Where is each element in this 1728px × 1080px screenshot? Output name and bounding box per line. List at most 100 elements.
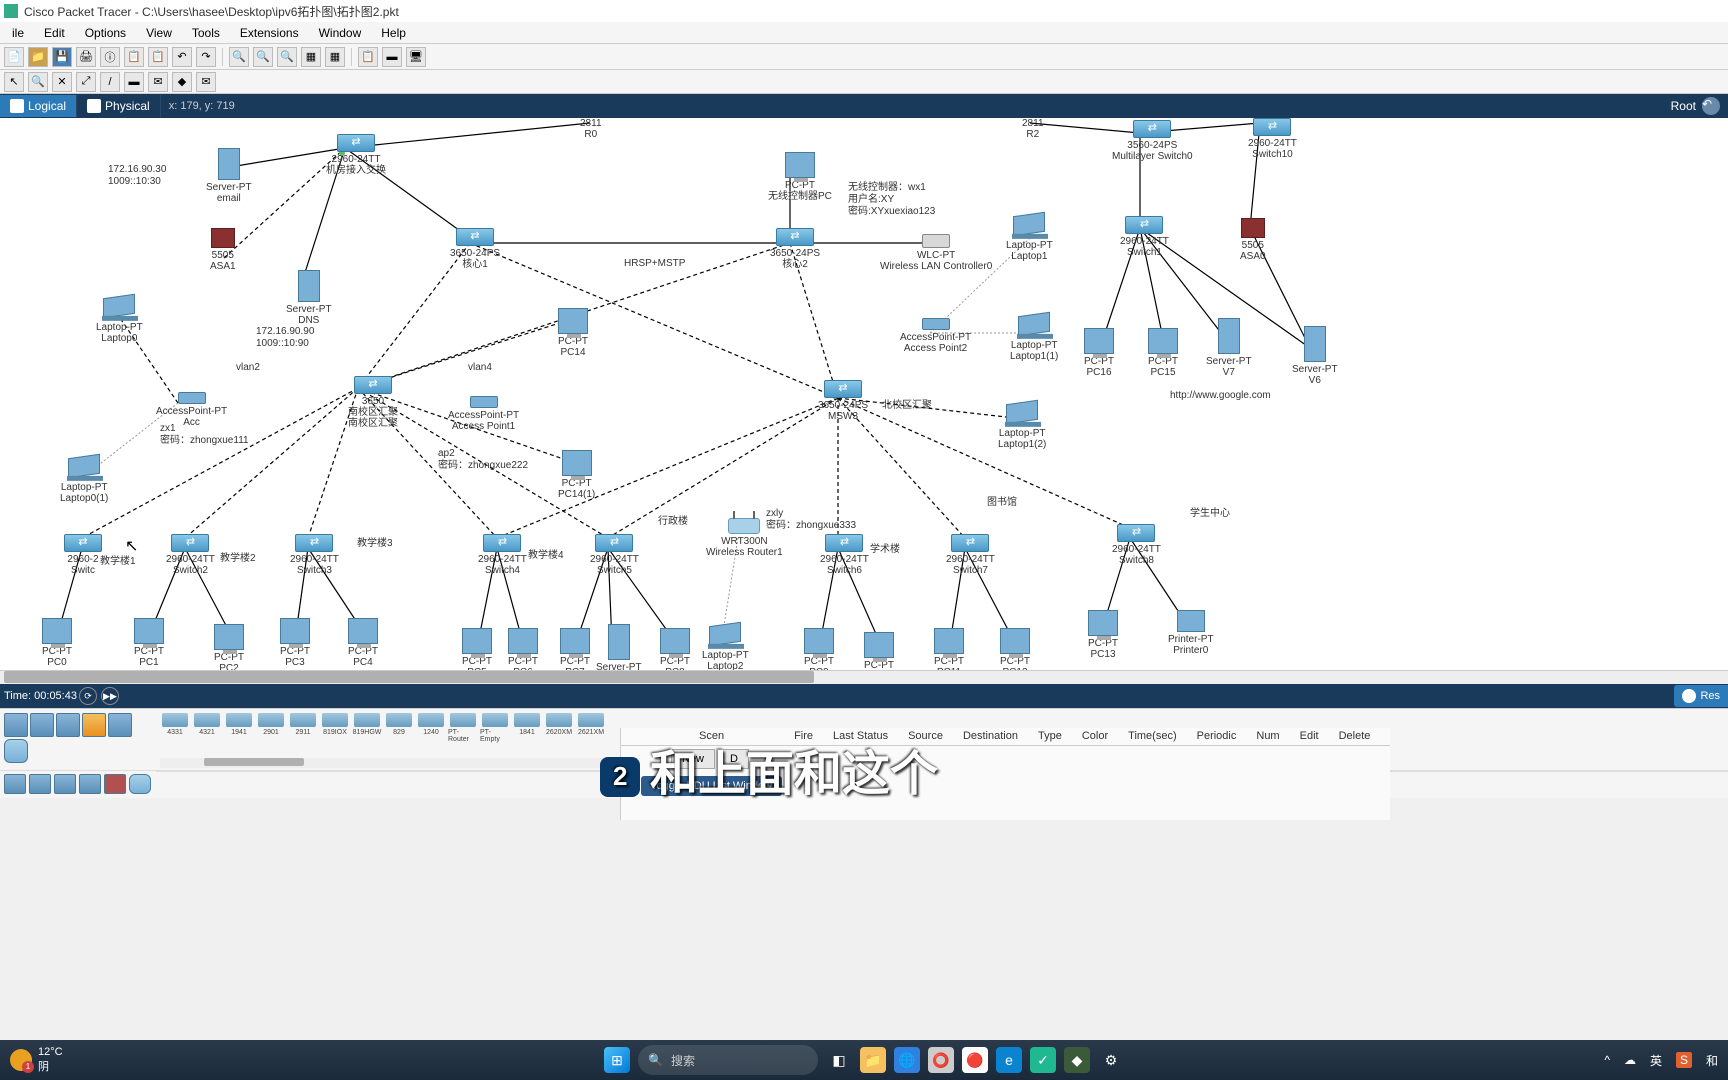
device-printer0[interactable]: Printer-PTPrinter0 — [1168, 610, 1214, 656]
device-sw-s3[interactable]: 2960-24TTSwitch3 — [290, 534, 339, 576]
edge-icon[interactable]: e — [996, 1047, 1022, 1073]
delete-scenario-button[interactable]: D — [719, 749, 749, 769]
device-sw-s5[interactable]: 2960-24TTSwitch5 — [590, 534, 639, 576]
device-asa0[interactable]: 5505ASA0 — [1240, 218, 1266, 262]
device-sw-s2[interactable]: 2960-24TTSwitch2 — [166, 534, 215, 576]
cat-connections-icon[interactable] — [82, 713, 106, 737]
undo-icon[interactable]: ↶ — [172, 47, 192, 67]
dev-2901[interactable]: 2901 — [256, 713, 286, 749]
device-pc15[interactable]: PC-PTPC15 — [1148, 328, 1178, 378]
list-icon[interactable]: 📋 — [358, 47, 378, 67]
dev-ptempty[interactable]: PT-Empty — [480, 713, 510, 749]
col-time[interactable]: Time(sec) — [1118, 728, 1186, 745]
menu-view[interactable]: View — [136, 24, 182, 42]
realtime-button[interactable]: Res — [1674, 685, 1728, 707]
menu-file[interactable]: ile — [2, 24, 34, 42]
menu-options[interactable]: Options — [75, 24, 136, 42]
device-v7[interactable]: Server-PTV7 — [1206, 318, 1252, 378]
browser2-icon[interactable]: ⭕ — [928, 1047, 954, 1073]
menu-edit[interactable]: Edit — [34, 24, 75, 42]
cat-end-devices-icon[interactable] — [30, 713, 54, 737]
power-cycle-icon[interactable]: ⟳ — [79, 687, 97, 705]
device-pc13[interactable]: PC-PTPC13 — [1088, 610, 1118, 660]
device-sw-s[interactable]: 2960-2Switc — [64, 534, 102, 576]
draw-palette-icon[interactable]: ▦ — [301, 47, 321, 67]
device-sw-nan[interactable]: 3650南校区汇聚南校区汇聚 — [338, 376, 408, 429]
canvas-scrollbar[interactable] — [0, 670, 1728, 684]
device-asa1[interactable]: 5505ASA1 — [210, 228, 236, 272]
app2-icon[interactable]: ⚙ — [1098, 1047, 1124, 1073]
pdu-complex-icon[interactable]: ◆ — [172, 72, 192, 92]
device-mls0[interactable]: 3560-24PSMultilayer Switch0 — [1112, 120, 1193, 162]
device-laptop1-2[interactable]: Laptop-PTLaptop1(2) — [998, 402, 1046, 450]
browser1-icon[interactable]: 🌐 — [894, 1047, 920, 1073]
device-core2[interactable]: 3650-24PS核心2 — [770, 228, 820, 270]
col-delete[interactable]: Delete — [1329, 728, 1381, 745]
dev-819iox[interactable]: 819IOX — [320, 713, 350, 749]
device-sw0[interactable]: 2960-24TT机房接入交换 — [326, 134, 386, 176]
screen-icon[interactable]: 🖥 — [406, 47, 426, 67]
device-pc14-1[interactable]: PC-PTPC14(1) — [558, 450, 595, 500]
device-laptop0-1[interactable]: Laptop-PTLaptop0(1) — [60, 456, 108, 504]
message-icon[interactable]: ✉ — [196, 72, 216, 92]
inspect-icon[interactable]: 🔍 — [28, 72, 48, 92]
device-laptop0[interactable]: Laptop-PTLaptop0 — [96, 296, 143, 344]
dev-1941[interactable]: 1941 — [224, 713, 254, 749]
device-sw10[interactable]: 2960-24TTSwitch10 — [1248, 118, 1297, 160]
cat-misc-icon[interactable] — [108, 713, 132, 737]
device-sw1b[interactable]: 2960-24TTSwitch1 — [1120, 216, 1169, 258]
col-destination[interactable]: Destination — [953, 728, 1028, 745]
device-wlc[interactable]: WLC-PTWireless LAN Controller0 — [880, 234, 992, 272]
start-button[interactable]: ⊞ — [604, 1047, 630, 1073]
device-pc16[interactable]: PC-PTPC16 — [1084, 328, 1114, 378]
dev-4331[interactable]: 4331 — [160, 713, 190, 749]
device-wrt[interactable]: WRT300NWireless Router1 — [706, 518, 783, 558]
col-fire[interactable]: Fire — [784, 728, 823, 745]
device-pc1[interactable]: PC-PTPC1 — [134, 618, 164, 668]
tab-logical[interactable]: Logical — [0, 95, 77, 117]
device-laptop1[interactable]: Laptop-PTLaptop1 — [1006, 214, 1053, 262]
onedrive-icon[interactable]: ☁ — [1624, 1053, 1636, 1067]
delete-icon[interactable]: ✕ — [52, 72, 72, 92]
device-ap1[interactable]: AccessPoint-PTAcc — [156, 392, 227, 428]
select-icon[interactable]: ↖ — [4, 72, 24, 92]
device-sw-s6[interactable]: 2960-24TTSwitch6 — [820, 534, 869, 576]
dev-829[interactable]: 829 — [384, 713, 414, 749]
dev-2620xm[interactable]: 2620XM — [544, 713, 574, 749]
canvas-scroll-thumb[interactable] — [4, 671, 814, 683]
device-laptop1-1[interactable]: Laptop-PTLaptop1(1) — [1010, 314, 1058, 362]
device-core1[interactable]: 3650-24PS核心1 — [450, 228, 500, 270]
menu-window[interactable]: Window — [309, 24, 372, 42]
new-icon[interactable]: 📄 — [4, 47, 24, 67]
dev-819hgw[interactable]: 819HGW — [352, 713, 382, 749]
dev-2911[interactable]: 2911 — [288, 713, 318, 749]
sound-icon[interactable]: 和 — [1706, 1052, 1718, 1069]
device-msw3[interactable]: 3650-24PSMSW3 — [818, 380, 868, 422]
dev-2621xm[interactable]: 2621XM — [576, 713, 606, 749]
subcat-security-icon[interactable] — [104, 774, 126, 794]
device-pc4[interactable]: PC-PTPC4 — [348, 618, 378, 668]
new-scenario-button[interactable]: New — [671, 749, 715, 769]
subcat-wireless-icon[interactable] — [79, 774, 101, 794]
zoom-out-icon[interactable]: 🔍 — [253, 47, 273, 67]
col-edit[interactable]: Edit — [1290, 728, 1329, 745]
weather-widget[interactable]: 1 12°C 阴 — [10, 1046, 63, 1074]
device-sw-s4[interactable]: 2960-24TTSwitch4 — [478, 534, 527, 576]
col-num[interactable]: Num — [1246, 728, 1289, 745]
note-icon[interactable]: ▬ — [124, 72, 144, 92]
print-icon[interactable]: 🖨 — [76, 47, 96, 67]
save-icon[interactable]: 💾 — [52, 47, 72, 67]
custom-devices-icon[interactable]: ▦ — [325, 47, 345, 67]
redo-icon[interactable]: ↷ — [196, 47, 216, 67]
menu-tools[interactable]: Tools — [182, 24, 230, 42]
tray-chevron-icon[interactable]: ^ — [1604, 1053, 1610, 1067]
device-ap-pt2[interactable]: AccessPoint-PTAccess Point2 — [900, 318, 971, 354]
chrome-icon[interactable]: 🔴 — [962, 1047, 988, 1073]
zoom-in-icon[interactable]: 🔍 — [229, 47, 249, 67]
device-sw-s7[interactable]: 2960-24TTSwitch7 — [946, 534, 995, 576]
device-laptop2[interactable]: Laptop-PTLaptop2 — [702, 624, 749, 672]
tab-physical[interactable]: Physical — [77, 95, 161, 117]
network-canvas[interactable]: 172.16.90.301009::10:30 172.16.90.901009… — [0, 118, 1728, 684]
col-last-status[interactable]: Last Status — [823, 728, 898, 745]
pdu-simple-icon[interactable]: ✉ — [148, 72, 168, 92]
